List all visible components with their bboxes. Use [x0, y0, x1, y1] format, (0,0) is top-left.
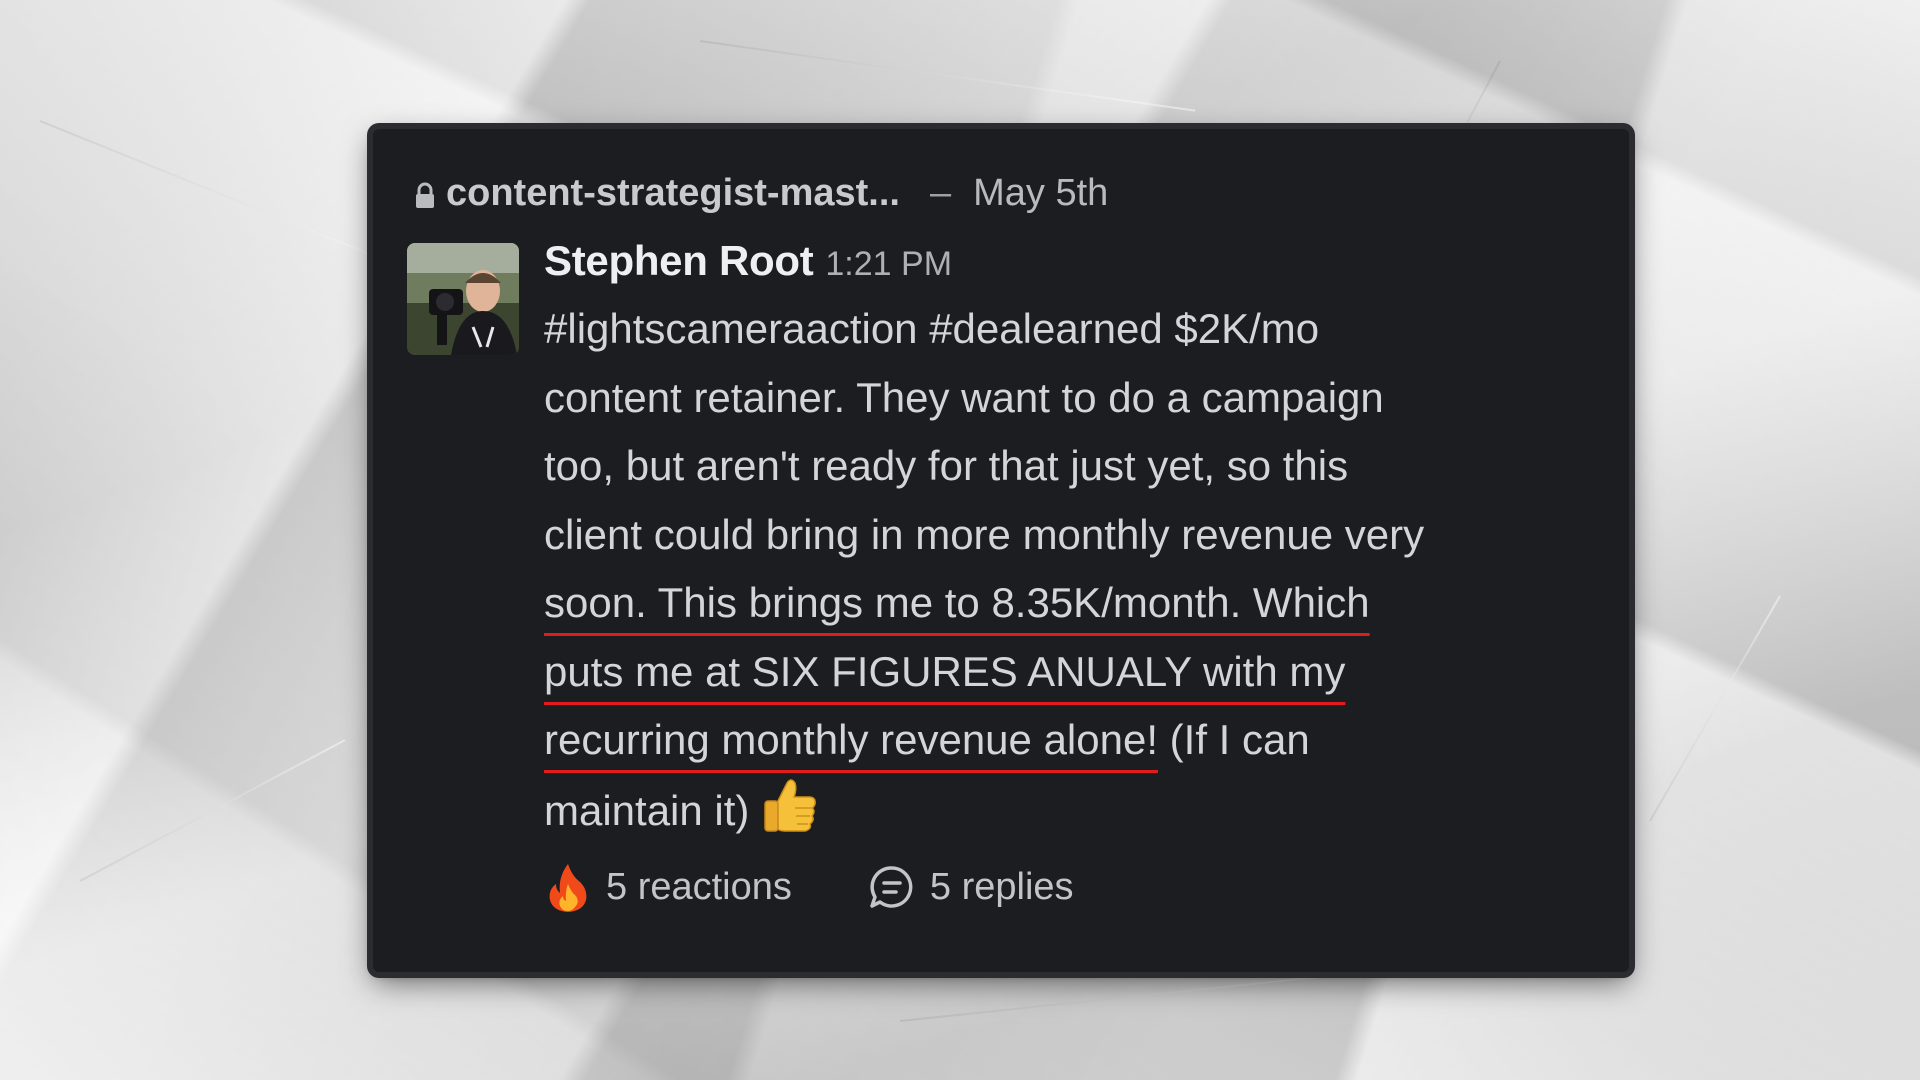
message-line: content retainer. They want to do a camp… [544, 373, 1384, 421]
speech-bubble-icon [868, 862, 916, 912]
reactions-count: 5 reactions [606, 865, 792, 908]
fire-icon [544, 862, 592, 912]
lock-icon [414, 178, 436, 208]
highlighted-line: puts me at SIX FIGURES ANUALY with my [544, 647, 1346, 695]
highlighted-line: soon. This brings me to 8.35K/month. Whi… [544, 579, 1370, 626]
message-line: maintain it) [544, 786, 750, 834]
thumbs-up-icon [759, 775, 821, 837]
channel-name[interactable]: content-strategist-mast... [446, 172, 900, 215]
replies-count: 5 replies [929, 865, 1074, 908]
message-line-tail: (If I can [1158, 716, 1310, 763]
message-header: Stephen Root 1:21 PM [544, 237, 1584, 297]
paper-crease [1649, 595, 1781, 822]
message-content: Stephen Root 1:21 PM #lightscameraaction… [544, 237, 1584, 845]
separator: – [929, 171, 952, 214]
highlighted-line: recurring monthly revenue alone! [544, 716, 1159, 763]
message-line: too, but aren't ready for that just yet,… [544, 442, 1349, 489]
replies-summary[interactable]: 5 replies [868, 862, 1074, 912]
message-line: #lightscameraaction #dealearned $2K/mo [544, 305, 1320, 352]
channel-header[interactable]: content-strategist-mast... – May 5th [414, 169, 1108, 217]
paper-crease [79, 739, 346, 882]
message-timestamp[interactable]: 1:21 PM [825, 245, 952, 284]
author-name[interactable]: Stephen Root [544, 237, 814, 285]
post-date: May 5th [973, 171, 1109, 214]
message-footer: 5 reactions 5 replies [544, 857, 1074, 917]
paper-crease [39, 120, 430, 280]
message-body: #lightscameraaction #dealearned $2K/mo c… [544, 295, 1584, 845]
paper-crease [699, 40, 1196, 112]
message-line: client could bring in more monthly reven… [544, 510, 1425, 558]
reactions-summary[interactable]: 5 reactions [544, 862, 792, 912]
message-card: content-strategist-mast... – May 5th Ste… [373, 129, 1629, 972]
avatar[interactable] [407, 243, 519, 355]
